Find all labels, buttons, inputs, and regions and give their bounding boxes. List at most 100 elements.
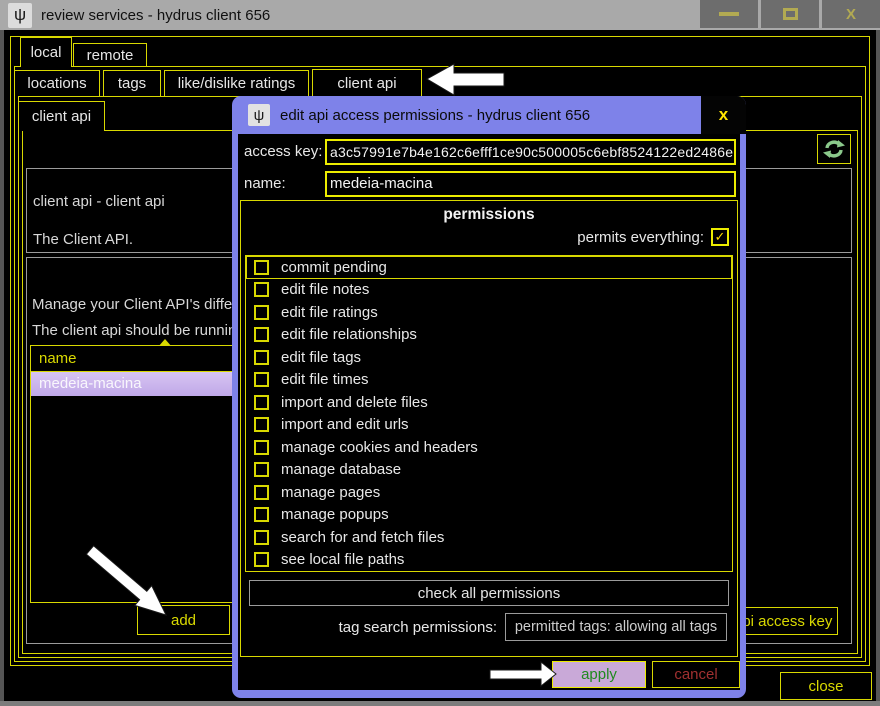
tag-search-permissions-row: tag search permissions: permitted tags: … <box>241 613 737 641</box>
window-frame-left <box>0 30 4 706</box>
close-button[interactable]: close <box>780 672 872 700</box>
window-controls: X <box>697 0 880 28</box>
permission-label: import and delete files <box>281 394 428 411</box>
tab-tags[interactable]: tags <box>103 70 161 96</box>
checkbox-icon[interactable] <box>254 327 269 342</box>
checkbox-icon[interactable] <box>254 305 269 320</box>
permission-label: manage pages <box>281 484 380 501</box>
permission-label: edit file tags <box>281 349 361 366</box>
permission-row[interactable]: search for and fetch files <box>246 526 732 549</box>
permission-row[interactable]: edit file ratings <box>246 301 732 324</box>
permission-row[interactable]: import and delete files <box>246 391 732 414</box>
permissions-panel: permissions permits everything: ✓ commit… <box>240 200 738 657</box>
checkbox-icon[interactable] <box>254 485 269 500</box>
subtab-client-api[interactable]: client api <box>18 101 105 131</box>
tag-search-permissions-label: tag search permissions: <box>339 619 497 636</box>
name-input[interactable]: medeia-macina <box>325 171 736 197</box>
permission-row[interactable]: manage cookies and headers <box>246 436 732 459</box>
dialog-title: edit api access permissions - hydrus cli… <box>280 107 590 124</box>
tab-client-api[interactable]: client api <box>312 69 422 97</box>
check-all-permissions-button[interactable]: check all permissions <box>249 580 729 606</box>
tab-remote[interactable]: remote <box>73 43 147 66</box>
permission-row[interactable]: manage database <box>246 459 732 482</box>
apply-button-label: apply <box>581 666 617 683</box>
permission-label: see local file paths <box>281 551 404 568</box>
checkbox-icon[interactable] <box>254 530 269 545</box>
window-title: review services - hydrus client 656 <box>41 7 270 24</box>
tab-local[interactable]: local <box>20 37 72 67</box>
permission-row[interactable]: edit file times <box>246 369 732 392</box>
close-window-button[interactable]: X <box>822 0 880 28</box>
permissions-title: permissions <box>241 206 737 224</box>
permission-label: search for and fetch files <box>281 529 444 546</box>
hydrus-app-icon: ψ <box>8 3 32 28</box>
checkmark-icon: ✓ <box>715 229 726 245</box>
tag-search-permissions-button[interactable]: permitted tags: allowing all tags <box>505 613 727 641</box>
permission-row[interactable]: edit file relationships <box>246 324 732 347</box>
permits-everything-checkbox[interactable]: ✓ <box>711 228 729 246</box>
permission-row[interactable]: manage popups <box>246 504 732 527</box>
access-key-label: access key: <box>244 143 322 160</box>
add-button-label: add <box>171 612 196 629</box>
permission-label: manage popups <box>281 506 389 523</box>
checkbox-icon[interactable] <box>254 507 269 522</box>
api-access-key-button-label: api access key <box>734 613 832 630</box>
name-label: name: <box>244 175 286 192</box>
maximize-button[interactable] <box>761 0 819 28</box>
manage-line1: Manage your Client API's differ <box>32 296 237 313</box>
permission-row[interactable]: see local file paths <box>246 549 732 572</box>
permission-label: edit file ratings <box>281 304 378 321</box>
permissions-list: commit pending edit file notes edit file… <box>245 255 733 572</box>
dialog-close-icon: x <box>719 105 728 125</box>
checkbox-icon[interactable] <box>254 395 269 410</box>
apply-button[interactable]: apply <box>552 661 646 688</box>
psi-glyph: ψ <box>14 5 26 25</box>
minimize-icon <box>719 12 739 16</box>
access-key-input[interactable]: a3c57991e7b4e162c6efff1ce90c500005c6ebf8… <box>325 139 736 165</box>
tab-remote-label: remote <box>87 47 134 64</box>
permission-row[interactable]: import and edit urls <box>246 414 732 437</box>
permission-label: edit file notes <box>281 281 369 298</box>
checkbox-icon[interactable] <box>254 552 269 567</box>
minimize-button[interactable] <box>700 0 758 28</box>
checkbox-icon[interactable] <box>254 350 269 365</box>
window-frame-right <box>876 30 880 706</box>
refresh-button[interactable] <box>817 134 851 164</box>
checkbox-icon[interactable] <box>254 462 269 477</box>
permits-everything-row: permits everything: ✓ <box>577 228 729 246</box>
permission-label: import and edit urls <box>281 416 409 433</box>
permission-label: commit pending <box>281 259 387 276</box>
cancel-button[interactable]: cancel <box>652 661 740 688</box>
permission-row[interactable]: commit pending <box>246 256 732 279</box>
checkbox-icon[interactable] <box>254 440 269 455</box>
tab-locations[interactable]: locations <box>14 70 100 96</box>
permission-row[interactable]: edit file tags <box>246 346 732 369</box>
window-frame-bottom <box>0 701 880 706</box>
dialog-close-button[interactable]: x <box>701 96 746 134</box>
permission-row[interactable]: manage pages <box>246 481 732 504</box>
tab-client-api-label: client api <box>337 75 396 92</box>
tab-local-label: local <box>31 44 62 61</box>
checkbox-icon[interactable] <box>254 372 269 387</box>
maximize-icon <box>783 8 798 20</box>
tag-search-permissions-button-label: permitted tags: allowing all tags <box>515 619 717 635</box>
checkbox-icon[interactable] <box>254 260 269 275</box>
permission-label: edit file times <box>281 371 369 388</box>
manage-line2: The client api should be runnin <box>32 322 236 339</box>
tab-like-dislike-ratings[interactable]: like/dislike ratings <box>164 70 309 96</box>
refresh-icon <box>822 139 846 159</box>
permission-label: manage database <box>281 461 401 478</box>
checkbox-icon[interactable] <box>254 417 269 432</box>
add-button[interactable]: add <box>137 605 230 635</box>
dialog-titlebar[interactable]: ψ edit api access permissions - hydrus c… <box>232 96 746 134</box>
permission-label: manage cookies and headers <box>281 439 478 456</box>
close-button-label: close <box>808 678 843 695</box>
check-all-permissions-label: check all permissions <box>418 585 561 602</box>
hydrus-dialog-icon: ψ <box>248 104 270 126</box>
tab-locations-label: locations <box>27 75 86 92</box>
permission-row[interactable]: edit file notes <box>246 279 732 302</box>
tab-tags-label: tags <box>118 75 146 92</box>
checkbox-icon[interactable] <box>254 282 269 297</box>
permits-everything-label: permits everything: <box>577 229 704 246</box>
cancel-button-label: cancel <box>674 666 717 683</box>
